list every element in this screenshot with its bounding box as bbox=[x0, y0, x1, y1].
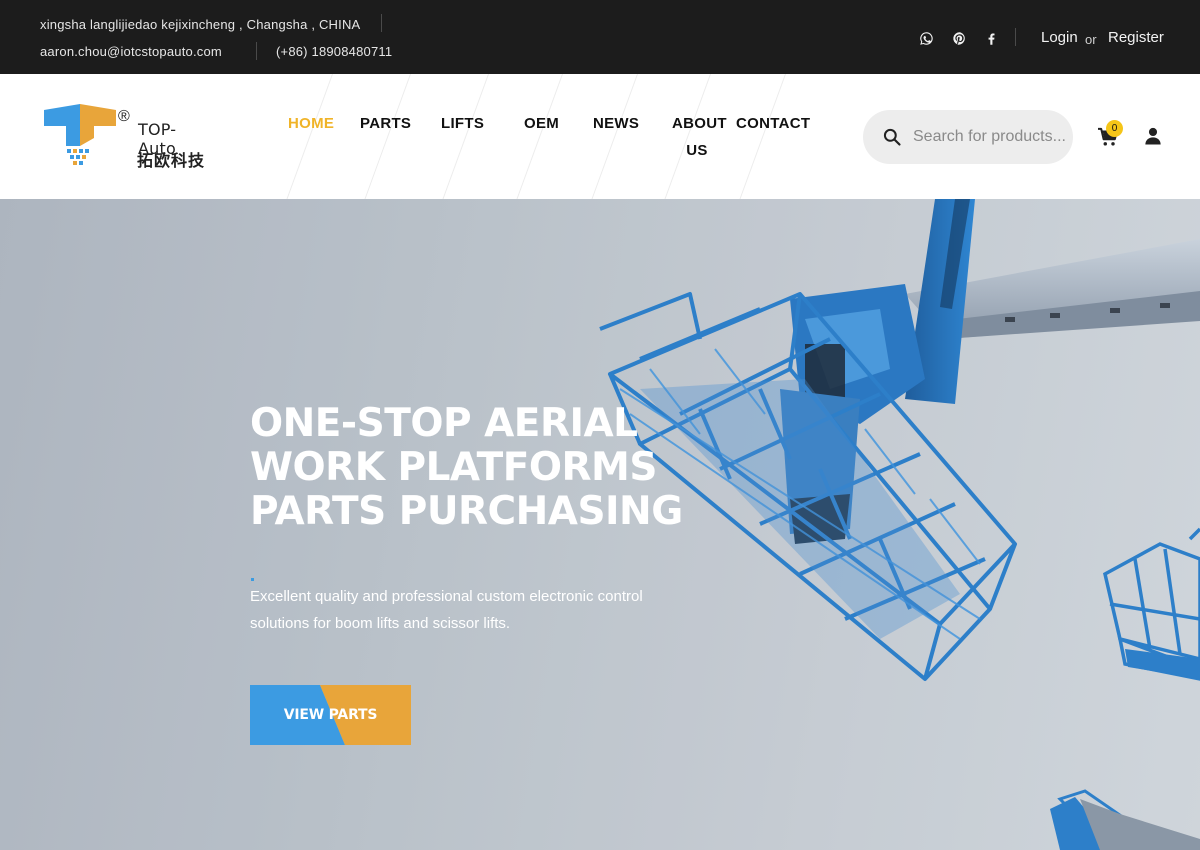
nav-news[interactable]: NEWS bbox=[593, 110, 639, 137]
nav-contact[interactable]: CONTACT bbox=[736, 110, 810, 137]
view-parts-button[interactable]: VIEW PARTS bbox=[250, 685, 411, 745]
cart-count-badge: 0 bbox=[1106, 120, 1123, 137]
main-header: ® TOP-Auto 拓欧科技 HOME PARTS LIFTS OEM NEW… bbox=[0, 74, 1200, 199]
nav-about-us[interactable]: ABOUT US bbox=[672, 110, 727, 164]
site-logo[interactable]: ® TOP-Auto 拓欧科技 bbox=[42, 102, 212, 172]
email-link[interactable]: aaron.chou@iotcstopauto.com bbox=[40, 44, 222, 59]
hero-description: Excellent quality and professional custo… bbox=[250, 588, 643, 632]
nav-about-line1: ABOUT bbox=[672, 115, 727, 132]
divider bbox=[381, 14, 382, 32]
hero-title-line: PARTS PURCHASING bbox=[250, 489, 683, 534]
hero-title-line: ONE-STOP AERIAL bbox=[250, 401, 638, 446]
hero-title: ONE-STOP AERIAL WORK PLATFORMS PARTS PUR… bbox=[250, 402, 770, 534]
facebook-icon[interactable] bbox=[982, 29, 1000, 47]
search-input[interactable] bbox=[913, 110, 1071, 164]
logo-mark-icon bbox=[44, 104, 116, 165]
user-icon[interactable] bbox=[1144, 127, 1162, 145]
whatsapp-icon[interactable] bbox=[917, 29, 935, 47]
divider bbox=[256, 42, 257, 60]
address-text: xingsha langlijiedao kejixincheng , Chan… bbox=[40, 17, 361, 32]
or-text: or bbox=[1085, 32, 1097, 47]
nav-home[interactable]: HOME bbox=[288, 110, 334, 137]
accent-dot bbox=[251, 578, 254, 581]
phone-link[interactable]: (+86) 18908480711 bbox=[276, 44, 392, 59]
nav-parts[interactable]: PARTS bbox=[360, 110, 411, 137]
hero-banner: ONE-STOP AERIAL WORK PLATFORMS PARTS PUR… bbox=[0, 199, 1200, 850]
search-icon[interactable] bbox=[882, 127, 902, 147]
nav-about-line2: US bbox=[686, 142, 708, 159]
pinterest-icon[interactable] bbox=[950, 29, 968, 47]
nav-oem[interactable]: OEM bbox=[524, 110, 559, 137]
nav-lifts[interactable]: LIFTS bbox=[441, 110, 484, 137]
view-parts-label: VIEW PARTS bbox=[283, 707, 378, 723]
registered-mark: ® bbox=[118, 108, 130, 125]
logo-text-cn: 拓欧科技 bbox=[137, 153, 206, 170]
top-bar: xingsha langlijiedao kejixincheng , Chan… bbox=[0, 0, 1200, 74]
hero-title-line: WORK PLATFORMS bbox=[250, 445, 657, 490]
search-box[interactable] bbox=[863, 110, 1073, 164]
register-link[interactable]: Register bbox=[1108, 29, 1164, 46]
divider bbox=[1015, 28, 1016, 46]
login-link[interactable]: Login bbox=[1041, 29, 1078, 46]
